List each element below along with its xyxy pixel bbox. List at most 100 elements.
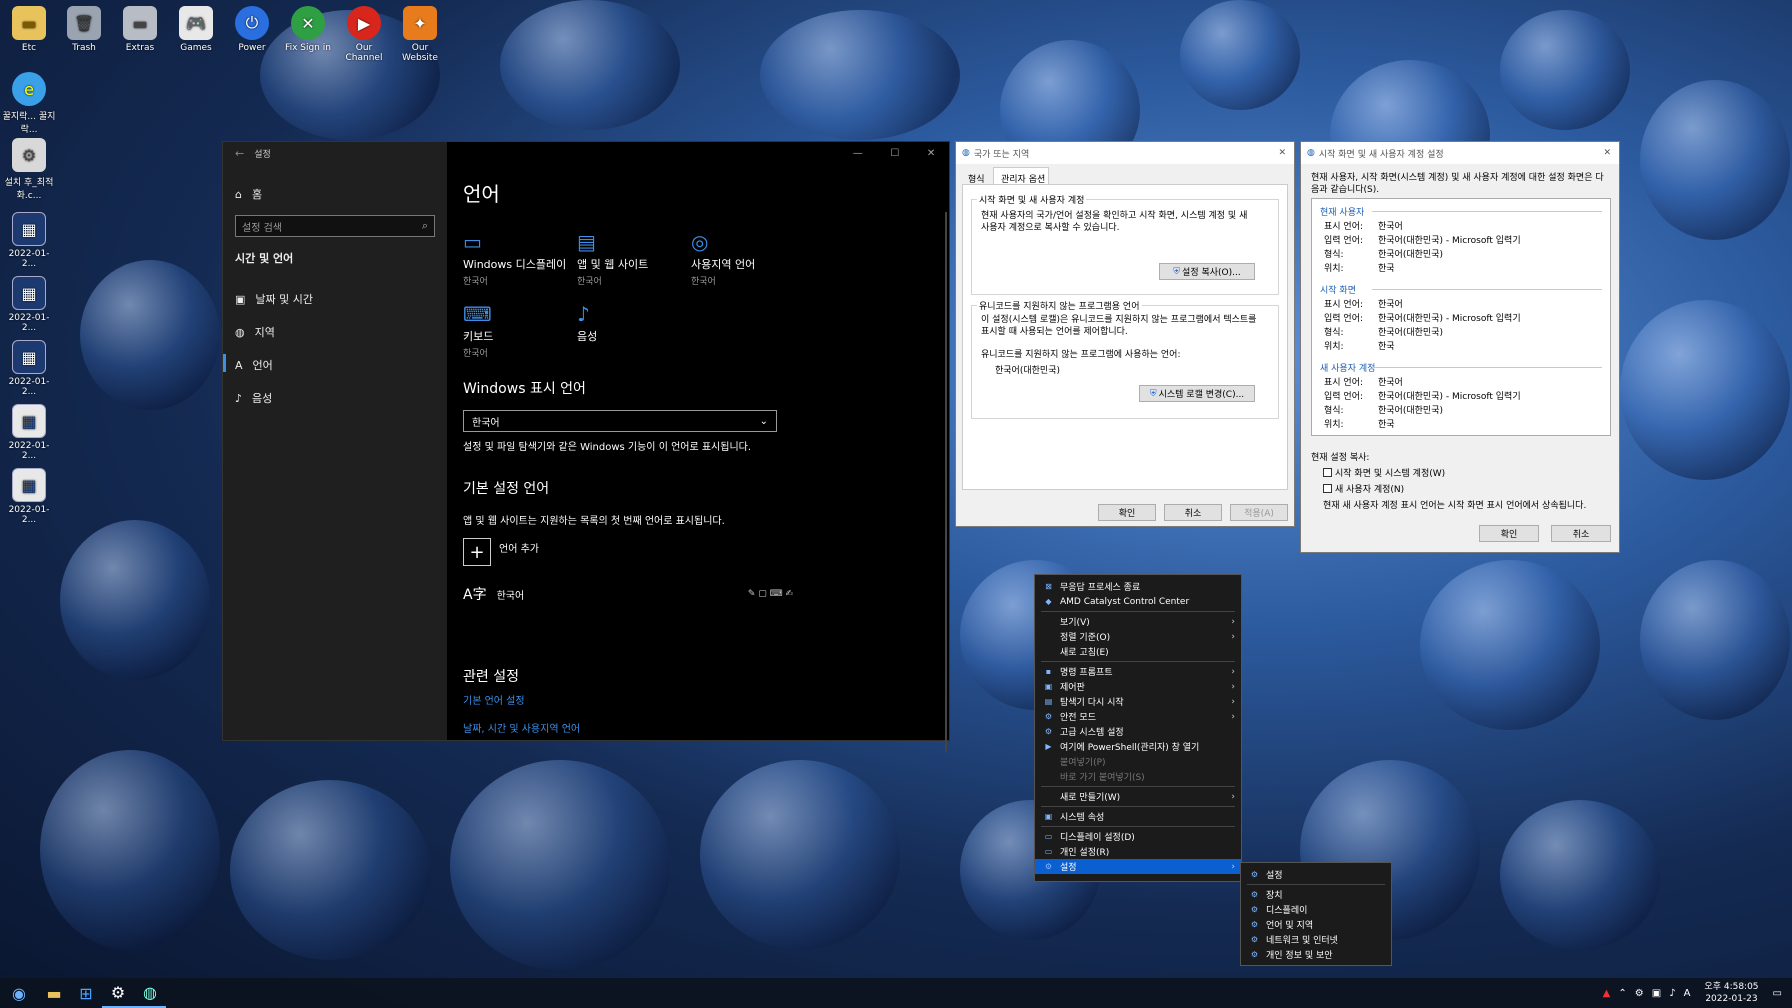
chevron-right-icon: ›: [1231, 631, 1235, 642]
minimize-icon[interactable]: —: [853, 148, 863, 159]
submenu-item-label: 개인 정보 및 보안: [1266, 951, 1333, 961]
nav-home[interactable]: ⌂ 홈: [235, 186, 262, 202]
submenu-item-4[interactable]: ⚙ 네트워크 및 인터넷: [1241, 932, 1391, 947]
desktop-icon-our-website[interactable]: ✦ Our Website: [393, 6, 447, 63]
section-divider: [1372, 367, 1602, 368]
display-language-dropdown[interactable]: 한국어 ⌄: [463, 410, 777, 432]
menu-item-label: 디스플레이 설정(D): [1060, 833, 1135, 843]
category-keyboard[interactable]: ⌨ 키보드 한국어: [463, 302, 573, 359]
summary-value: 한국: [1378, 342, 1395, 352]
category-speech[interactable]: ♪ 음성: [577, 302, 687, 344]
desktop-icon-fix-sign-in[interactable]: ✕ Fix Sign in: [281, 6, 335, 53]
submenu-item-1[interactable]: ⚙ 장치: [1241, 887, 1391, 902]
menu-item-1[interactable]: ◆ AMD Catalyst Control Center: [1035, 594, 1241, 609]
tray-icon[interactable]: ▲: [1603, 988, 1611, 999]
menu-item-14[interactable]: ▣ 시스템 속성: [1035, 809, 1241, 824]
desktop-icon-screenshot-2[interactable]: ▦ 2022-01-2...: [2, 276, 56, 333]
desktop-icon-screenshot-5[interactable]: ▦ 2022-01-2...: [2, 468, 56, 525]
link-admin-language[interactable]: 기본 언어 설정: [463, 692, 525, 707]
menu-item-5[interactable]: ▪ 명령 프롬프트 ›: [1035, 664, 1241, 679]
checkbox-welcome-system[interactable]: 시작 화면 및 시스템 계정(W): [1323, 466, 1445, 479]
nav-date-time[interactable]: ▣ 날짜 및 시간: [235, 291, 313, 307]
nav-speech[interactable]: ♪ 음성: [235, 390, 272, 406]
cancel-button[interactable]: 취소: [1164, 504, 1222, 521]
checkbox-new-user[interactable]: 새 사용자 계정(N): [1323, 482, 1404, 495]
taskbar-region[interactable]: ◍: [134, 978, 166, 1008]
taskbar-store[interactable]: ⊞: [70, 978, 102, 1008]
nav-region[interactable]: ◍ 지역: [235, 324, 275, 340]
summary-key: 입력 언어:: [1324, 392, 1364, 402]
language-list-item[interactable]: A字 한국어 ✎ ▢ ⌨ ✍: [463, 582, 793, 606]
tab-admin[interactable]: 관리자 옵션: [993, 167, 1049, 185]
search-input[interactable]: 설정 검색 ⌕: [235, 215, 435, 237]
desktop-icon-setup-file[interactable]: ⚙ 설치 후_최적화.c...: [2, 138, 56, 201]
submenu-item-0[interactable]: ⚙ 설정: [1241, 867, 1391, 882]
category-apps-websites[interactable]: ▤ 앱 및 웹 사이트 한국어: [577, 230, 687, 287]
ok-button[interactable]: 확인: [1098, 504, 1156, 521]
shield-icon: ⛨: [1149, 388, 1157, 399]
menu-item-3[interactable]: 정렬 기준(O) ›: [1035, 629, 1241, 644]
checkbox-icon: [1323, 484, 1332, 493]
menu-item-label: 고급 시스템 설정: [1060, 728, 1124, 738]
chevron-up-icon[interactable]: ⌃: [1618, 988, 1626, 999]
category-windows-display[interactable]: ▭ Windows 디스플레이 한국어: [463, 230, 573, 287]
close-icon[interactable]: ✕: [1603, 148, 1611, 158]
submenu-item-5[interactable]: ⚙ 개인 정보 및 보안: [1241, 947, 1391, 962]
desktop-icon-trash[interactable]: 🗑 Trash: [57, 6, 111, 53]
change-locale-button[interactable]: ⛨ 시스템 로캘 변경(C)...: [1139, 385, 1255, 402]
menu-item-4[interactable]: 새로 고침(E): [1035, 644, 1241, 659]
scrollbar[interactable]: [945, 212, 947, 752]
ime-indicator[interactable]: A: [1684, 988, 1691, 999]
ok-button[interactable]: 확인: [1479, 525, 1539, 542]
menu-item-13[interactable]: 새로 만들기(W) ›: [1035, 789, 1241, 804]
desktop-icon-etc[interactable]: ▬ Etc: [2, 6, 56, 53]
menu-item-2[interactable]: 보기(V) ›: [1035, 614, 1241, 629]
desktop-icon-shortcut[interactable]: e 꿀지락... 꿀지락...: [2, 72, 56, 135]
maximize-icon[interactable]: ☐: [890, 148, 899, 159]
taskbar-explorer[interactable]: ▬: [38, 978, 70, 1008]
menu-item-6[interactable]: ▣ 제어판 ›: [1035, 679, 1241, 694]
menu-item-9[interactable]: ⚙ 고급 시스템 설정: [1035, 724, 1241, 739]
submenu-item-2[interactable]: ⚙ 디스플레이: [1241, 902, 1391, 917]
menu-item-0[interactable]: ⊠ 무응답 프로세스 종료: [1035, 579, 1241, 594]
desktop-icon-games[interactable]: 🎮 Games: [169, 6, 223, 53]
settings-tray-icon[interactable]: ⚙: [1635, 988, 1644, 999]
desktop-icon-screenshot-4[interactable]: ▦ 2022-01-2...: [2, 404, 56, 461]
desktop-icon-screenshot-3[interactable]: ▦ 2022-01-2...: [2, 340, 56, 397]
summary-value: 한국어(대한민국): [1378, 406, 1443, 416]
notification-icon[interactable]: ▭: [1773, 988, 1782, 999]
menu-item-16[interactable]: ▭ 개인 설정(R): [1035, 844, 1241, 859]
desktop-icon-power[interactable]: ⏻ Power: [225, 6, 279, 53]
clock[interactable]: 오후 4:58:05 2022-01-23: [1704, 981, 1758, 1005]
blank-icon: [1043, 791, 1054, 802]
menu-item-10[interactable]: ▶ 여기에 PowerShell(관리자) 창 열기: [1035, 739, 1241, 754]
menu-item-17[interactable]: ⚙ 설정 ›: [1035, 859, 1241, 874]
add-language-button[interactable]: + 언어 추가: [463, 538, 539, 566]
back-button[interactable]: ← 설정: [235, 147, 271, 160]
cancel-button[interactable]: 취소: [1551, 525, 1611, 542]
menu-item-8[interactable]: ⚙ 안전 모드 ›: [1035, 709, 1241, 724]
nav-language[interactable]: A 언어: [235, 357, 273, 373]
menu-item-12[interactable]: 바로 가기 붙여넣기(S): [1035, 769, 1241, 784]
link-date-time-region[interactable]: 날짜, 시간 및 사용지역 언어: [463, 720, 580, 735]
category-regional-format[interactable]: ◎ 사용지역 언어 한국어: [691, 230, 801, 287]
close-icon[interactable]: ✕: [927, 148, 935, 159]
desktop-icon-our-channel[interactable]: ▶ Our Channel: [337, 6, 391, 63]
copy-dialog-intro: 현재 사용자, 시작 화면(시스템 계정) 및 새 사용자 계정에 대한 설정 …: [1311, 173, 1604, 195]
close-icon[interactable]: ✕: [1278, 148, 1286, 158]
menu-item-label: 여기에 PowerShell(관리자) 창 열기: [1060, 743, 1200, 753]
menu-item-15[interactable]: ▭ 디스플레이 설정(D): [1035, 829, 1241, 844]
desktop-icon-extras[interactable]: ▬ Extras: [113, 6, 167, 53]
submenu-item-3[interactable]: ⚙ 언어 및 지역: [1241, 917, 1391, 932]
taskbar-settings[interactable]: ⚙: [102, 978, 134, 1008]
copy-settings-button[interactable]: ⛨ 설정 복사(O)...: [1159, 263, 1255, 280]
menu-item-11[interactable]: 붙여넣기(P): [1035, 754, 1241, 769]
start-button[interactable]: ◉: [0, 978, 38, 1008]
volume-icon[interactable]: ♪: [1669, 988, 1675, 999]
apply-button[interactable]: 적용(A): [1230, 504, 1288, 521]
menu-item-7[interactable]: ▤ 탐색기 다시 시작 ›: [1035, 694, 1241, 709]
desktop-icon-screenshot-1[interactable]: ▦ 2022-01-2...: [2, 212, 56, 269]
section-divider: [1372, 211, 1602, 212]
display-language-desc: 설정 및 파일 탐색기와 같은 Windows 기능이 이 언어로 표시됩니다.: [463, 442, 752, 453]
network-icon[interactable]: ▣: [1652, 988, 1661, 999]
